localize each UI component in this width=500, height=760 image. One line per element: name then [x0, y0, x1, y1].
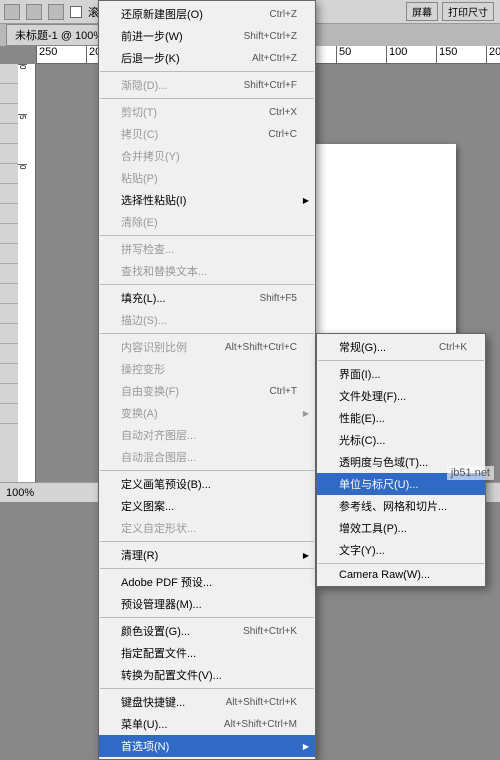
menu-item[interactable]: 增效工具(P)... — [317, 517, 485, 539]
menu-item[interactable]: 参考线、网格和切片... — [317, 495, 485, 517]
zoom-tool[interactable] — [0, 404, 18, 424]
menu-item[interactable]: 定义图案... — [99, 495, 315, 517]
menu-item[interactable]: 定义画笔预设(B)... — [99, 473, 315, 495]
menu-item[interactable]: 首选项(N)▶ — [99, 735, 315, 757]
menu-item[interactable]: 文件处理(F)... — [317, 385, 485, 407]
menu-item[interactable]: 剪切(T)Ctrl+X — [99, 101, 315, 123]
menu-item[interactable]: 拼写检查... — [99, 238, 315, 260]
type-tool[interactable] — [0, 324, 18, 344]
wand-tool[interactable] — [0, 124, 18, 144]
hand-tool[interactable] — [0, 384, 18, 404]
menu-item[interactable]: 转换为配置文件(V)... — [99, 664, 315, 686]
preferences-submenu: 常规(G)...Ctrl+K 界面(I)...文件处理(F)...性能(E)...… — [316, 333, 486, 587]
eyedropper-tool[interactable] — [0, 164, 18, 184]
gradient-tool[interactable] — [0, 244, 18, 264]
screen-button[interactable]: 屏幕 — [406, 2, 438, 21]
menu-item[interactable]: 合并拷贝(Y) — [99, 145, 315, 167]
tools-panel — [0, 64, 18, 482]
scroll-all-checkbox[interactable] — [70, 6, 82, 18]
menu-item[interactable]: 前进一步(W)Shift+Ctrl+Z — [99, 25, 315, 47]
menu-item[interactable]: 自动对齐图层... — [99, 424, 315, 446]
stamp-tool[interactable] — [0, 204, 18, 224]
view-buttons: 屏幕 打印尺寸 — [406, 2, 494, 21]
menu-item[interactable]: 指定配置文件... — [99, 642, 315, 664]
menu-item[interactable]: 颜色设置(G)...Shift+Ctrl+K — [99, 620, 315, 642]
submenu-arrow-icon: ▶ — [303, 742, 309, 751]
menu-item[interactable]: 清除(E) — [99, 211, 315, 233]
menu-item[interactable]: Camera Raw(W)... — [317, 566, 485, 584]
path-tool[interactable] — [0, 344, 18, 364]
shape-tool[interactable] — [0, 364, 18, 384]
menu-item[interactable]: 性能(E)... — [317, 407, 485, 429]
pen-tool[interactable] — [0, 304, 18, 324]
move-tool[interactable] — [0, 64, 18, 84]
menu-item[interactable]: 定义自定形状... — [99, 517, 315, 539]
menu-item[interactable]: 描边(S)... — [99, 309, 315, 331]
menu-item[interactable]: 渐隐(D)...Shift+Ctrl+F — [99, 74, 315, 96]
menu-item[interactable]: 拷贝(C)Ctrl+C — [99, 123, 315, 145]
zoom-level[interactable]: 100% — [6, 487, 34, 499]
marquee-tool[interactable] — [0, 84, 18, 104]
menu-item[interactable]: 还原新建图层(O)Ctrl+Z — [99, 3, 315, 25]
menu-item[interactable]: 填充(L)...Shift+F5 — [99, 287, 315, 309]
menu-item[interactable]: 粘贴(P) — [99, 167, 315, 189]
menu-item[interactable]: 预设管理器(M)... — [99, 593, 315, 615]
blur-tool[interactable] — [0, 264, 18, 284]
menu-item[interactable]: 文字(Y)... — [317, 539, 485, 561]
menu-item[interactable]: 内容识别比例Alt+Shift+Ctrl+C — [99, 336, 315, 358]
watermark: jb51.net — [447, 466, 494, 480]
dodge-tool[interactable] — [0, 284, 18, 304]
menu-item[interactable]: 常规(G)...Ctrl+K — [317, 336, 485, 358]
crop-tool[interactable] — [0, 144, 18, 164]
menu-item[interactable]: 界面(I)... — [317, 363, 485, 385]
menu-item[interactable]: 自由变换(F)Ctrl+T — [99, 380, 315, 402]
lasso-tool[interactable] — [0, 104, 18, 124]
zoom-out-icon[interactable] — [48, 4, 64, 20]
menu-item[interactable]: 查找和替换文本... — [99, 260, 315, 282]
print-size-button[interactable]: 打印尺寸 — [442, 2, 494, 21]
menu-item[interactable]: 光标(C)... — [317, 429, 485, 451]
menu-item[interactable]: 清理(R)▶ — [99, 544, 315, 566]
vertical-ruler: 050 — [18, 64, 36, 482]
submenu-arrow-icon: ▶ — [303, 551, 309, 560]
tool-preset-icon[interactable] — [4, 4, 20, 20]
zoom-in-icon[interactable] — [26, 4, 42, 20]
menu-item[interactable]: 变换(A)▶ — [99, 402, 315, 424]
edit-menu: 还原新建图层(O)Ctrl+Z前进一步(W)Shift+Ctrl+Z后退一步(K… — [98, 0, 316, 760]
submenu-arrow-icon: ▶ — [303, 196, 309, 205]
eraser-tool[interactable] — [0, 224, 18, 244]
menu-item[interactable]: Adobe PDF 预设... — [99, 571, 315, 593]
submenu-arrow-icon: ▶ — [303, 409, 309, 418]
menu-item[interactable]: 操控变形 — [99, 358, 315, 380]
menu-item[interactable]: 选择性粘贴(I)▶ — [99, 189, 315, 211]
menu-item[interactable]: 键盘快捷键...Alt+Shift+Ctrl+K — [99, 691, 315, 713]
menu-item[interactable]: 自动混合图层... — [99, 446, 315, 468]
brush-tool[interactable] — [0, 184, 18, 204]
menu-item[interactable]: 后退一步(K)Alt+Ctrl+Z — [99, 47, 315, 69]
menu-item[interactable]: 菜单(U)...Alt+Shift+Ctrl+M — [99, 713, 315, 735]
document-tab[interactable]: 未标题-1 @ 100% — [6, 24, 112, 46]
